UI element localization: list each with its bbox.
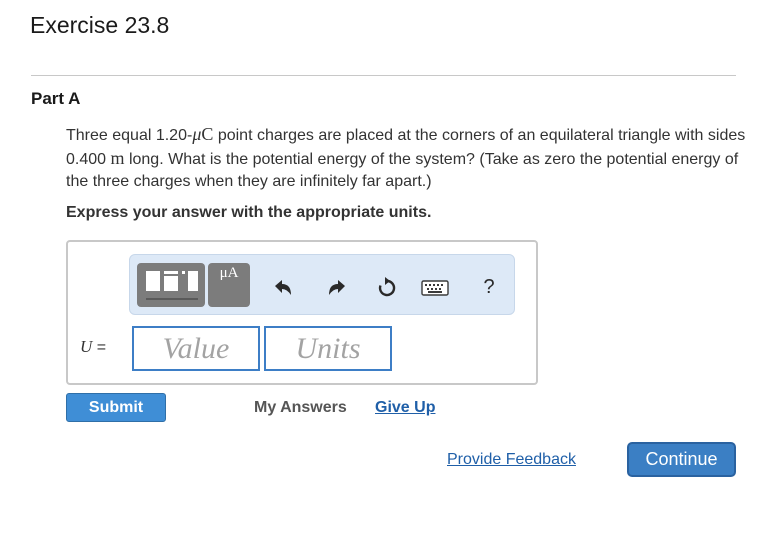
question-part-1: Three equal 1.20- [66, 127, 193, 144]
templates-icon [146, 271, 198, 300]
instruction-text: Express your answer with the appropriate… [66, 204, 432, 221]
redo-icon [329, 280, 345, 295]
give-up-link[interactable]: Give Up [375, 399, 435, 417]
units-input[interactable]: Units [264, 326, 392, 371]
my-answers-link[interactable]: My Answers [254, 399, 347, 417]
provide-feedback-link[interactable]: Provide Feedback [447, 451, 576, 469]
value-input[interactable]: Value [132, 326, 260, 371]
equals-sign: = [96, 339, 107, 356]
help-button[interactable]: ? [478, 274, 500, 300]
redo-button[interactable] [324, 276, 350, 300]
submit-button[interactable]: Submit [66, 393, 166, 422]
question-part-3: long. What is the potential energy of th… [66, 151, 739, 190]
reset-button[interactable] [374, 275, 400, 301]
continue-button[interactable]: Continue [627, 442, 736, 477]
page-title: Exercise 23.8 [30, 12, 170, 38]
keyboard-icon [421, 280, 449, 296]
help-icon: ? [483, 275, 495, 298]
charge-unit: μC [192, 124, 213, 144]
undo-button[interactable] [270, 276, 296, 300]
part-label: Part A [31, 89, 81, 108]
micro-symbol: μ [192, 124, 202, 144]
divider [31, 75, 736, 76]
reset-icon [378, 277, 396, 297]
units-button[interactable]: μA [208, 263, 250, 307]
coulomb-symbol: C [201, 124, 214, 144]
undo-icon [275, 280, 291, 295]
keyboard-button[interactable] [420, 278, 450, 298]
question-text: Three equal 1.20-μC point charges are pl… [66, 123, 746, 193]
variable-symbol: U [80, 337, 93, 356]
length-unit: m [110, 148, 125, 168]
units-icon: μA [219, 265, 239, 281]
answer-variable-label: U = [80, 337, 106, 357]
templates-button[interactable] [137, 263, 205, 307]
